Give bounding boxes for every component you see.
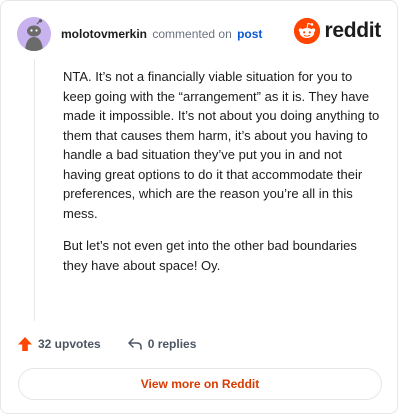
upvote-button[interactable]: 32 upvotes — [17, 336, 101, 352]
reddit-wordmark: reddit — [324, 19, 381, 42]
action-text: commented on — [152, 27, 232, 41]
upvote-count: 32 upvotes — [38, 337, 101, 351]
view-more-button[interactable]: View more on Reddit — [18, 368, 382, 400]
comment-meta: molotovmerkin commented on post — [61, 27, 262, 41]
username[interactable]: molotovmerkin — [61, 27, 147, 41]
reddit-logo[interactable]: reddit — [294, 18, 381, 44]
comment-body: NTA. It’s not a financially viable situa… — [63, 67, 383, 288]
avatar[interactable] — [17, 17, 51, 51]
comment-header: molotovmerkin commented on post reddit — [17, 17, 381, 51]
comment-paragraph: NTA. It’s not a financially viable situa… — [63, 69, 380, 221]
reply-arrow-icon — [127, 338, 142, 350]
thread-line — [34, 59, 35, 321]
snoo-avatar-icon — [17, 17, 51, 51]
comment-actions: 32 upvotes 0 replies — [17, 335, 196, 353]
comment-paragraph: But let’s not even get into the other ba… — [63, 238, 357, 273]
replies-button[interactable]: 0 replies — [127, 336, 197, 352]
post-link[interactable]: post — [237, 27, 262, 41]
upvote-arrow-icon — [18, 337, 32, 351]
reply-count: 0 replies — [147, 337, 197, 351]
reddit-alien-icon — [294, 18, 321, 44]
comment-embed-card: molotovmerkin commented on post reddit N… — [0, 0, 398, 414]
